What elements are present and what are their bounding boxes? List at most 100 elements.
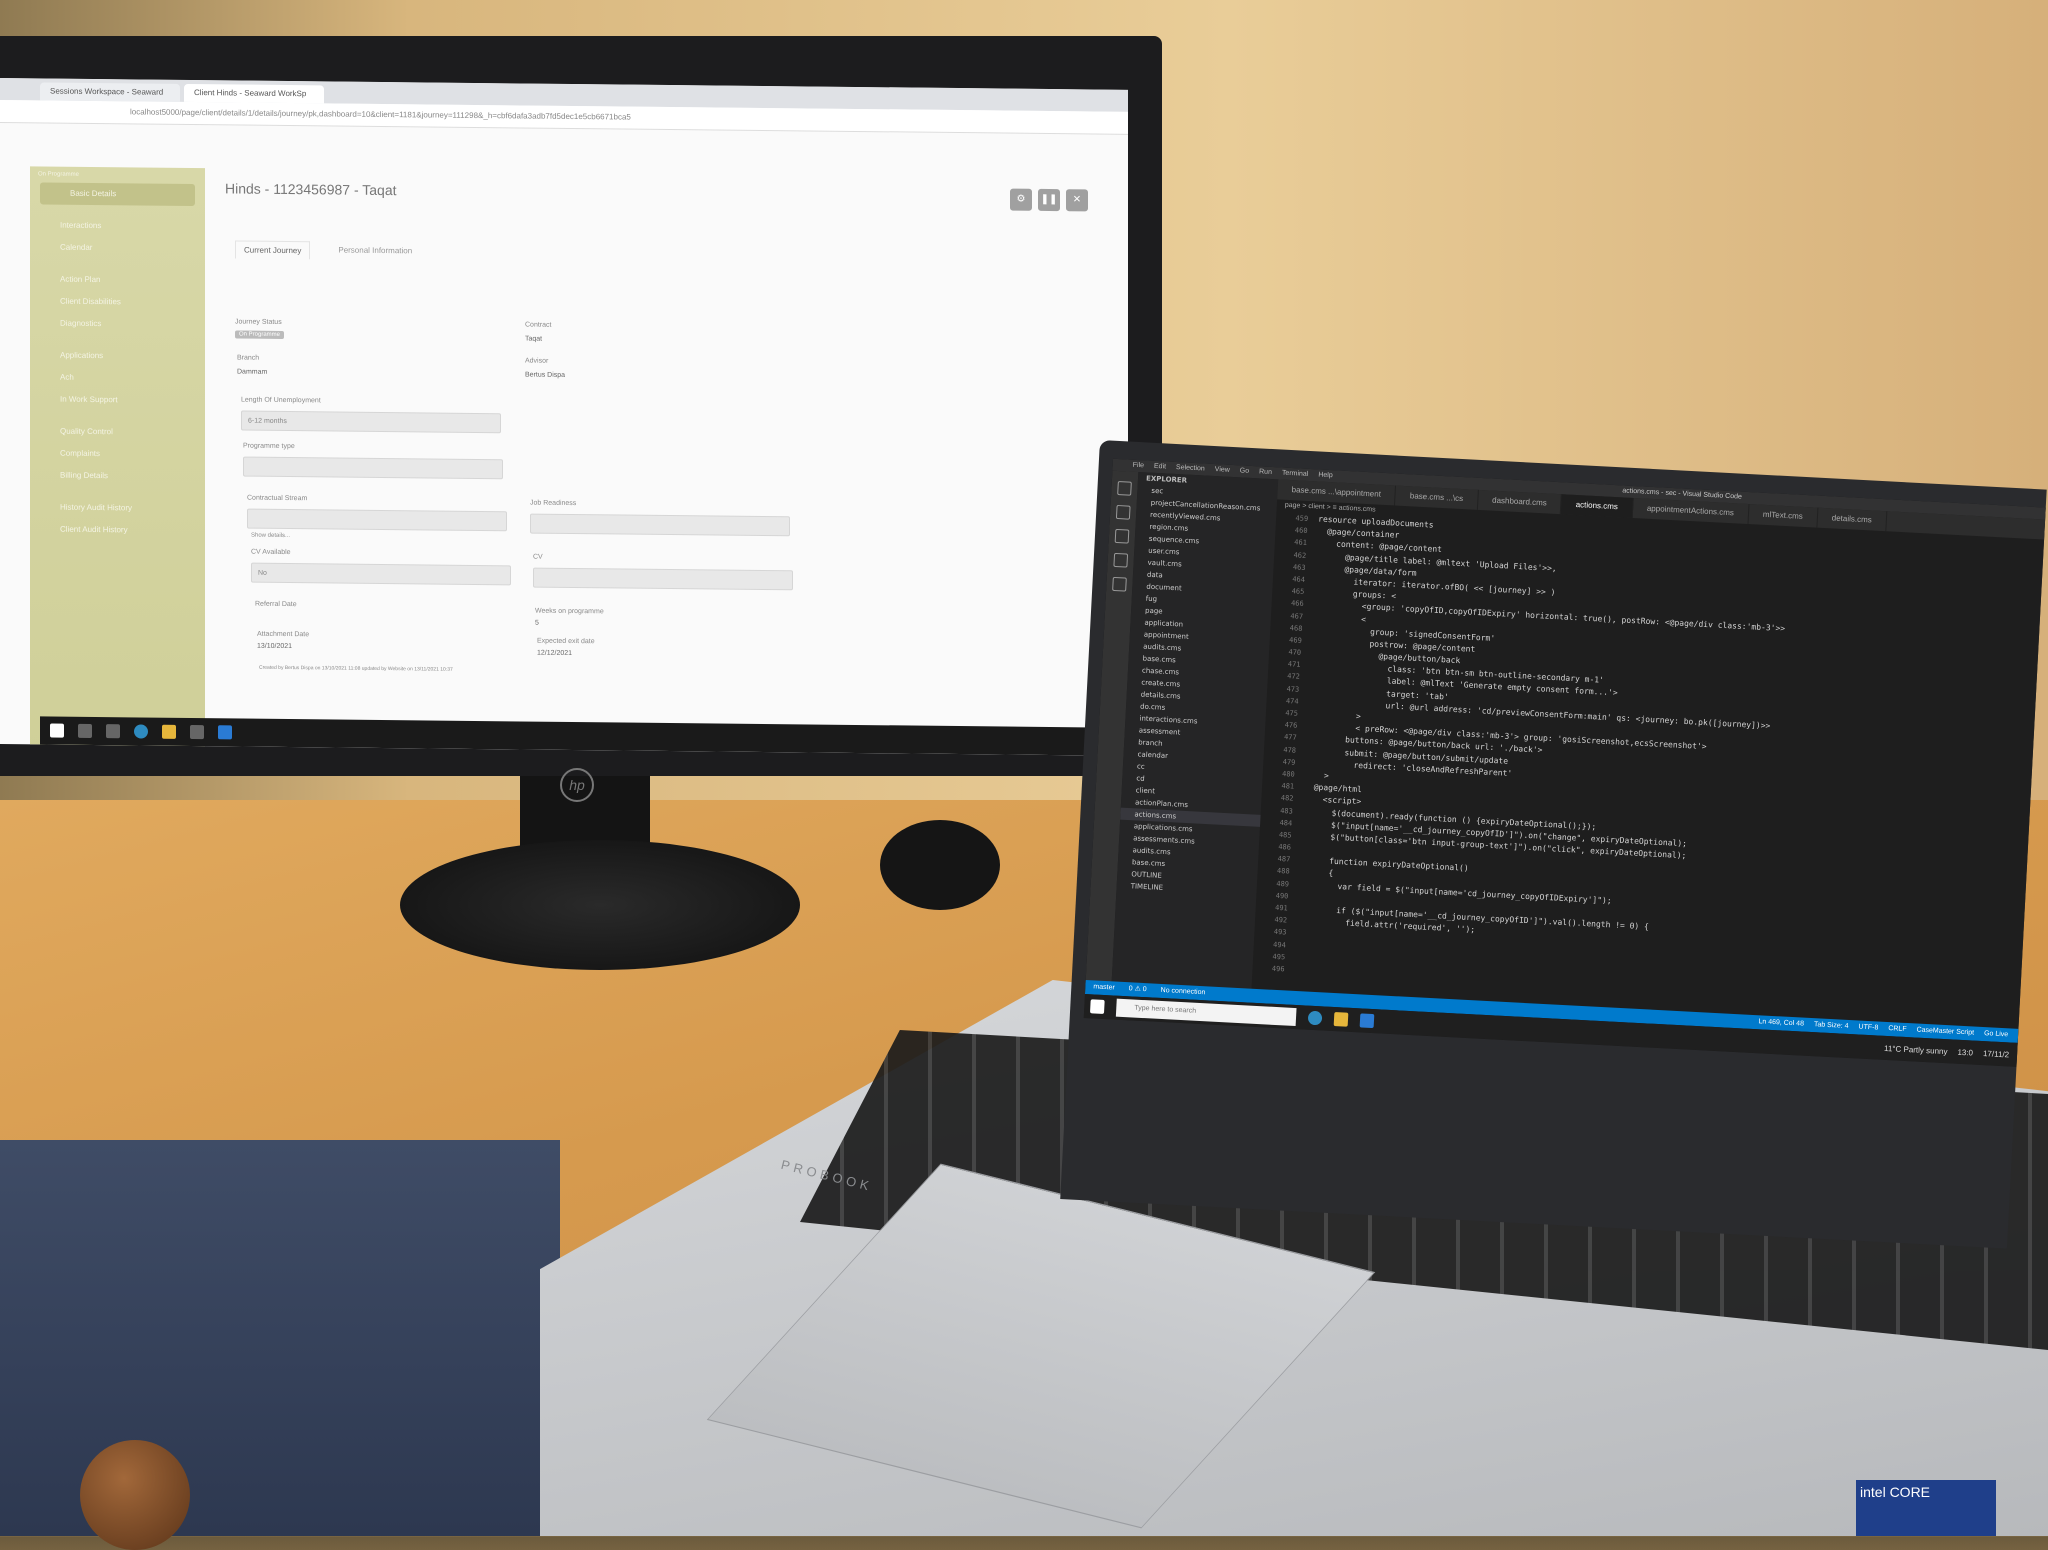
menu-view[interactable]: View xyxy=(1214,464,1230,477)
sidebar-header: On Programme xyxy=(38,171,80,178)
branch-value: Dammam xyxy=(237,368,268,376)
vscode-icon[interactable] xyxy=(1359,1013,1375,1029)
monitor-taskbar xyxy=(40,716,1128,756)
folder-icon[interactable] xyxy=(1333,1012,1349,1027)
page-title: Hinds - 1123456987 - Taqat xyxy=(225,180,397,199)
run-icon[interactable] xyxy=(1113,552,1129,568)
search-icon[interactable] xyxy=(1115,504,1131,520)
cv-field[interactable] xyxy=(533,567,793,591)
menu-help[interactable]: Help xyxy=(1318,469,1333,482)
weeks-value: 5 xyxy=(535,619,539,627)
sidebar-item-basic-details[interactable]: Basic Details xyxy=(40,182,195,207)
sidebar-item-diagnostics[interactable]: Diagnostics xyxy=(30,312,205,336)
length-label: Length Of Unemployment xyxy=(241,396,321,405)
stream-select[interactable] xyxy=(247,508,507,532)
settings-icon[interactable]: ⚙ xyxy=(1010,188,1032,211)
search-icon[interactable] xyxy=(78,723,92,738)
windows-icon[interactable] xyxy=(50,723,64,738)
sidebar-item-ach[interactable]: Ach xyxy=(30,366,205,390)
referral-label: Referral Date xyxy=(255,600,297,609)
monitor-screen: Sessions Workspace - Seaward Client Hind… xyxy=(0,78,1128,756)
vscode-icon[interactable] xyxy=(218,725,232,740)
readiness-select[interactable] xyxy=(530,513,790,537)
audit-footer: Created by Bertus Dispa on 13/10/2021 11… xyxy=(259,664,453,673)
status-badge: On Programme xyxy=(235,330,285,339)
extensions-icon[interactable] xyxy=(1112,576,1127,592)
status-problems[interactable]: 0 ⚠ 0 xyxy=(1128,982,1147,997)
monitor-stand-base xyxy=(400,840,800,970)
sidebar-item-complaints[interactable]: Complaints xyxy=(30,442,205,466)
explorer-icon[interactable] xyxy=(1117,480,1132,496)
attachment-value: 13/10/2021 xyxy=(257,642,293,651)
subtabs: Current Journey Personal Information xyxy=(225,240,1108,267)
journey-form: Journey Status On Programme Contract Taq… xyxy=(235,318,1035,673)
sidebar-item-billing-details[interactable]: Billing Details xyxy=(30,464,205,488)
folder-icon[interactable] xyxy=(162,724,176,739)
monitor: hp Sessions Workspace - Seaward Client H… xyxy=(0,36,1162,802)
tab-personal-information[interactable]: Personal Information xyxy=(330,241,420,260)
status-branch[interactable]: master xyxy=(1093,980,1115,995)
intel-sticker: intel CORE xyxy=(1856,1480,1996,1536)
cv-label: CV xyxy=(533,553,543,561)
menu-file[interactable]: File xyxy=(1132,460,1145,473)
browser-tab-active[interactable]: Client Hinds - Seaward WorkSp xyxy=(184,83,324,104)
mouse xyxy=(880,820,1000,910)
tab-current-journey[interactable]: Current Journey xyxy=(235,240,311,260)
menu-go[interactable]: Go xyxy=(1239,465,1250,477)
programme-label: Programme type xyxy=(243,442,295,451)
sidebar-item-action-plan[interactable]: Action Plan xyxy=(30,268,205,292)
sidebar-item-client-disabilities[interactable]: Client Disabilities xyxy=(30,290,205,314)
header-buttons: ⚙ ❚❚ ✕ xyxy=(1010,188,1088,212)
weather-widget[interactable]: 11°C Partly sunny xyxy=(1884,1043,1948,1055)
taskbar-search[interactable]: Type here to search xyxy=(1115,998,1297,1027)
clock[interactable]: 13:0 xyxy=(1957,1047,1973,1057)
sidebar-item-interactions[interactable]: Interactions xyxy=(30,214,205,238)
show-details-link[interactable]: Show details... xyxy=(251,533,290,539)
status-encoding[interactable]: UTF-8 xyxy=(1858,1021,1879,1036)
code-editor[interactable]: resource uploadDocuments @page/container… xyxy=(1293,514,2044,1043)
date[interactable]: 17/11/2 xyxy=(1983,1049,2010,1059)
laptop-lid: File Edit Selection View Go Run Terminal… xyxy=(1060,440,2047,1249)
sidebar-item-in-work-support[interactable]: In Work Support xyxy=(30,388,205,412)
edge-icon[interactable] xyxy=(1307,1010,1323,1026)
laptop-screen: File Edit Selection View Go Run Terminal… xyxy=(1083,458,2046,1067)
drawer-knob xyxy=(80,1440,190,1550)
windows-icon[interactable] xyxy=(1089,999,1105,1014)
line-number: 496 xyxy=(1271,964,1285,974)
status-golive[interactable]: Go Live xyxy=(1984,1027,2009,1042)
journey-status-label: Journey Status xyxy=(235,318,282,326)
sidebar-item-history-audit[interactable]: History Audit History xyxy=(30,496,205,520)
menu-run[interactable]: Run xyxy=(1259,466,1272,479)
sidebar-item-quality-control[interactable]: Quality Control xyxy=(30,420,205,444)
exit-label: Expected exit date xyxy=(537,637,595,646)
sidebar: On Programme Basic Details Interactions … xyxy=(30,166,205,756)
programme-select[interactable] xyxy=(243,456,503,480)
advisor-label: Advisor xyxy=(525,357,549,365)
contract-value: Taqat xyxy=(525,335,543,343)
explorer-panel: EXPLORER sec projectCancellationReason.cm… xyxy=(1110,472,1279,1003)
main-content: Hinds - 1123456987 - Taqat ⚙ ❚❚ ✕ Curren… xyxy=(205,168,1128,716)
edge-icon[interactable] xyxy=(134,724,148,739)
sidebar-item-client-audit[interactable]: Client Audit History xyxy=(30,518,205,542)
length-select[interactable]: 6-12 months xyxy=(241,410,501,434)
cv-available-select[interactable]: No xyxy=(251,562,511,586)
weeks-label: Weeks on programme xyxy=(535,607,604,616)
cortana-icon[interactable] xyxy=(106,724,120,739)
attachment-label: Attachment Date xyxy=(257,630,310,639)
contract-label: Contract xyxy=(525,321,552,329)
browser-tab[interactable]: Sessions Workspace - Seaward xyxy=(40,82,180,102)
branch-label: Branch xyxy=(237,354,260,362)
pause-icon[interactable]: ❚❚ xyxy=(1038,188,1060,212)
status-eol[interactable]: CRLF xyxy=(1888,1022,1907,1037)
close-icon[interactable]: ✕ xyxy=(1066,189,1088,212)
exit-value: 12/12/2021 xyxy=(537,649,573,657)
source-control-icon[interactable] xyxy=(1114,528,1130,544)
cv-available-label: CV Available xyxy=(251,548,291,557)
advisor-value: Bertus Dispa xyxy=(525,371,566,379)
hp-logo: hp xyxy=(560,768,594,802)
sidebar-item-applications[interactable]: Applications xyxy=(30,344,205,368)
menu-edit[interactable]: Edit xyxy=(1154,461,1167,474)
sidebar-item-calendar[interactable]: Calendar xyxy=(30,236,205,260)
store-icon[interactable] xyxy=(190,724,204,740)
readiness-label: Job Readiness xyxy=(530,499,577,508)
